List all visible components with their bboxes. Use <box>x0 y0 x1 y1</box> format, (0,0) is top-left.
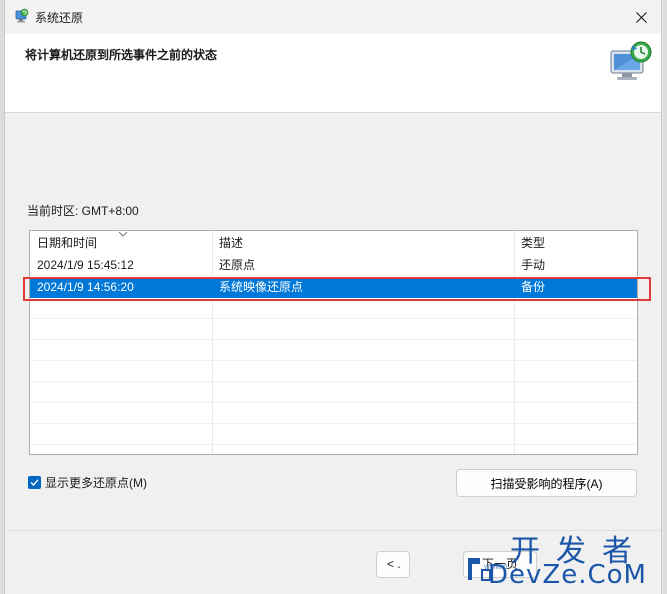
scan-affected-programs-button[interactable]: 扫描受影响的程序(A) <box>456 469 637 497</box>
column-header-description[interactable]: 描述 <box>212 231 514 255</box>
show-more-restore-points-checkbox[interactable]: 显示更多还原点(M) <box>28 474 147 491</box>
sort-chevron-down-icon <box>118 231 128 237</box>
system-restore-dialog: 系统还原 将计算机还原到所选事件之前的状态 当前时区: GMT+8:00 日期和… <box>4 0 662 594</box>
back-button[interactable]: < . <box>376 551 410 578</box>
system-restore-monitor-icon <box>610 41 652 80</box>
page-title: 将计算机还原到所选事件之前的状态 <box>25 48 218 62</box>
current-timezone-label: 当前时区: GMT+8:00 <box>27 204 139 218</box>
table-row[interactable]: 2024/1/9 15:45:12 还原点 手动 <box>30 255 637 276</box>
empty-row <box>30 319 637 340</box>
column-header-datetime[interactable]: 日期和时间 <box>30 231 212 255</box>
title-bar: 系统还原 <box>5 0 661 34</box>
close-icon <box>635 11 647 23</box>
checkbox-checked[interactable] <box>28 476 41 489</box>
cell-description: 还原点 <box>219 258 256 272</box>
cell-type: 手动 <box>521 258 546 272</box>
empty-row <box>30 403 637 424</box>
empty-row <box>30 340 637 361</box>
checkmark-icon <box>30 479 39 487</box>
next-button[interactable]: 下一页 <box>463 551 537 578</box>
cell-datetime: 2024/1/9 15:45:12 <box>37 258 134 272</box>
column-header-type[interactable]: 类型 <box>514 231 637 255</box>
empty-row <box>30 424 637 445</box>
wizard-footer: < . 下一页 <box>5 530 661 594</box>
empty-row <box>30 298 637 319</box>
cell-description: 系统映像还原点 <box>219 280 304 294</box>
close-button[interactable] <box>621 0 661 34</box>
table-row-selected[interactable]: 2024/1/9 14:56:20 系统映像还原点 备份 <box>30 277 637 298</box>
empty-row <box>30 361 637 382</box>
table-header: 日期和时间 描述 类型 <box>30 231 637 255</box>
background-window-edge-right <box>663 0 667 594</box>
empty-row <box>30 382 637 403</box>
cell-datetime: 2024/1/9 14:56:20 <box>37 280 134 294</box>
window-title: 系统还原 <box>35 11 84 25</box>
system-restore-app-icon <box>15 8 29 23</box>
column-header-datetime-label: 日期和时间 <box>37 236 98 250</box>
show-more-label: 显示更多还原点(M) <box>45 476 147 490</box>
restore-points-table[interactable]: 日期和时间 描述 类型 2024/1/9 15:45:12 还原点 手动 202… <box>29 230 638 455</box>
cell-type: 备份 <box>521 280 546 294</box>
wizard-header: 将计算机还原到所选事件之前的状态 <box>5 34 661 113</box>
